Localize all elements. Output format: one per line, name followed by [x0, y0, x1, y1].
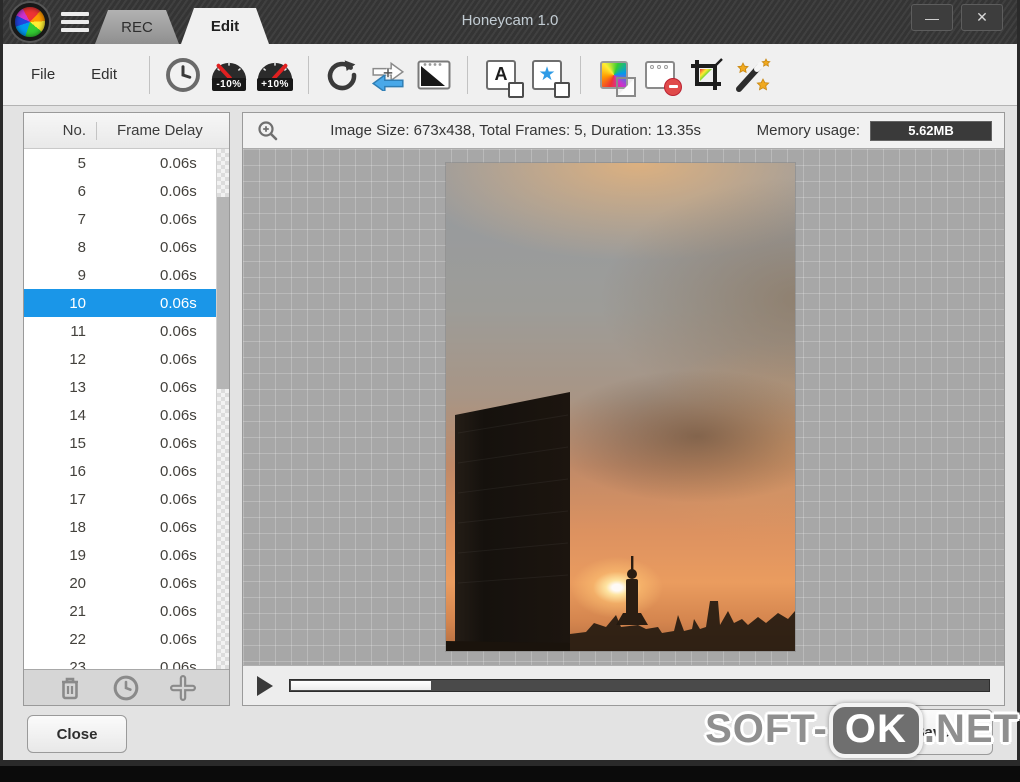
menu-edit[interactable]: Edit: [77, 58, 131, 91]
image-info-text: Image Size: 673x438, Total Frames: 5, Du…: [281, 122, 751, 139]
speedometer-plus-icon: [255, 59, 295, 80]
scrollbar-track[interactable]: [216, 149, 229, 669]
table-row[interactable]: 50.06s: [24, 149, 229, 177]
star-icon: ★: [539, 65, 556, 84]
table-row[interactable]: 210.06s: [24, 597, 229, 625]
table-row[interactable]: 70.06s: [24, 205, 229, 233]
table-row[interactable]: 150.06s: [24, 429, 229, 457]
table-row[interactable]: 100.06s: [24, 289, 229, 317]
resize-button[interactable]: [591, 52, 637, 98]
preview-panel: Image Size: 673x438, Total Frames: 5, Du…: [242, 112, 1005, 706]
frame-table-header: No. Frame Delay: [24, 113, 229, 149]
table-row[interactable]: 80.06s: [24, 233, 229, 261]
reverse-frames-button[interactable]: [365, 52, 411, 98]
table-row[interactable]: 60.06s: [24, 177, 229, 205]
frame-delay-button[interactable]: [160, 52, 206, 98]
frame-table-body: 50.06s60.06s70.06s80.06s90.06s100.06s110…: [24, 149, 229, 669]
scrollbar-thumb[interactable]: [217, 197, 229, 389]
crop-icon: [689, 58, 723, 92]
rotate-icon: [326, 59, 358, 91]
invert-colors-button[interactable]: [411, 52, 457, 98]
zoom-button[interactable]: [255, 118, 281, 144]
tab-rec[interactable]: REC: [95, 10, 179, 44]
info-bar: Image Size: 673x438, Total Frames: 5, Du…: [243, 113, 1004, 149]
tab-edit[interactable]: Edit: [181, 8, 269, 44]
crop-button[interactable]: [683, 52, 729, 98]
separator: [149, 56, 150, 94]
set-delay-button[interactable]: [111, 675, 141, 701]
table-row[interactable]: 190.06s: [24, 541, 229, 569]
table-row[interactable]: 140.06s: [24, 401, 229, 429]
speed-up-button[interactable]: +10%: [252, 52, 298, 98]
close-button[interactable]: Close: [27, 715, 127, 753]
reverse-arrows-icon: [370, 59, 406, 91]
preview-canvas: [243, 149, 1004, 665]
minus-badge-icon: [664, 78, 682, 96]
table-row[interactable]: 170.06s: [24, 485, 229, 513]
photo-silhouettes: [446, 163, 795, 651]
hamburger-menu-icon[interactable]: [61, 12, 89, 32]
toolbar: File Edit -10% +10%: [3, 44, 1017, 106]
watermark: SOFT-OK.NET: [705, 703, 1019, 758]
titlebar: REC Edit Honeycam 1.0 — ✕: [3, 0, 1017, 44]
clock-icon: [165, 57, 201, 93]
invert-icon: [417, 60, 451, 90]
table-row[interactable]: 130.06s: [24, 373, 229, 401]
column-no: No.: [24, 122, 86, 139]
table-row[interactable]: 120.06s: [24, 345, 229, 373]
app-window: REC Edit Honeycam 1.0 — ✕ File Edit -10%: [0, 0, 1020, 766]
remove-frames-button[interactable]: [637, 52, 683, 98]
table-row[interactable]: 90.06s: [24, 261, 229, 289]
table-row[interactable]: 110.06s: [24, 317, 229, 345]
plus-icon: [170, 675, 196, 701]
progress-fill: [291, 681, 431, 690]
effects-button[interactable]: [729, 52, 775, 98]
magnifier-plus-icon: [257, 120, 279, 142]
progress-track[interactable]: [289, 679, 990, 692]
table-row[interactable]: 160.06s: [24, 457, 229, 485]
frame-list-panel: No. Frame Delay 50.06s60.06s70.06s80.06s…: [23, 112, 230, 706]
speed-down-button[interactable]: -10%: [206, 52, 252, 98]
add-sticker-button[interactable]: ★: [524, 52, 570, 98]
text-a-icon: A: [495, 64, 508, 85]
frame-actions-bar: [24, 669, 229, 705]
mode-tabs: REC Edit: [95, 8, 271, 44]
app-logo-icon[interactable]: [11, 3, 49, 41]
resize-icon: [600, 61, 628, 89]
speedometer-minus-icon: [209, 59, 249, 80]
delete-frame-button[interactable]: [55, 675, 85, 701]
close-window-button[interactable]: ✕: [961, 4, 1003, 31]
add-text-button[interactable]: A: [478, 52, 524, 98]
add-frame-button[interactable]: [168, 675, 198, 701]
frame-preview-image: [446, 163, 795, 651]
separator: [580, 56, 581, 94]
separator: [467, 56, 468, 94]
magic-wand-icon: [733, 57, 771, 93]
clock-small-icon: [113, 675, 139, 701]
table-row[interactable]: 230.06s: [24, 653, 229, 669]
playback-bar: [243, 665, 1004, 705]
trash-icon: [58, 675, 82, 701]
table-row[interactable]: 180.06s: [24, 513, 229, 541]
column-frame-delay: Frame Delay: [105, 122, 229, 139]
table-row[interactable]: 200.06s: [24, 569, 229, 597]
separator: [308, 56, 309, 94]
memory-usage-value: 5.62MB: [870, 121, 992, 141]
remove-frame-icon: [645, 61, 675, 89]
menu-file[interactable]: File: [17, 58, 69, 91]
memory-usage-label: Memory usage:: [757, 122, 860, 139]
play-button[interactable]: [257, 676, 273, 696]
main-content: No. Frame Delay 50.06s60.06s70.06s80.06s…: [3, 106, 1017, 706]
table-row[interactable]: 220.06s: [24, 625, 229, 653]
rotate-button[interactable]: [319, 52, 365, 98]
minimize-button[interactable]: —: [911, 4, 953, 31]
